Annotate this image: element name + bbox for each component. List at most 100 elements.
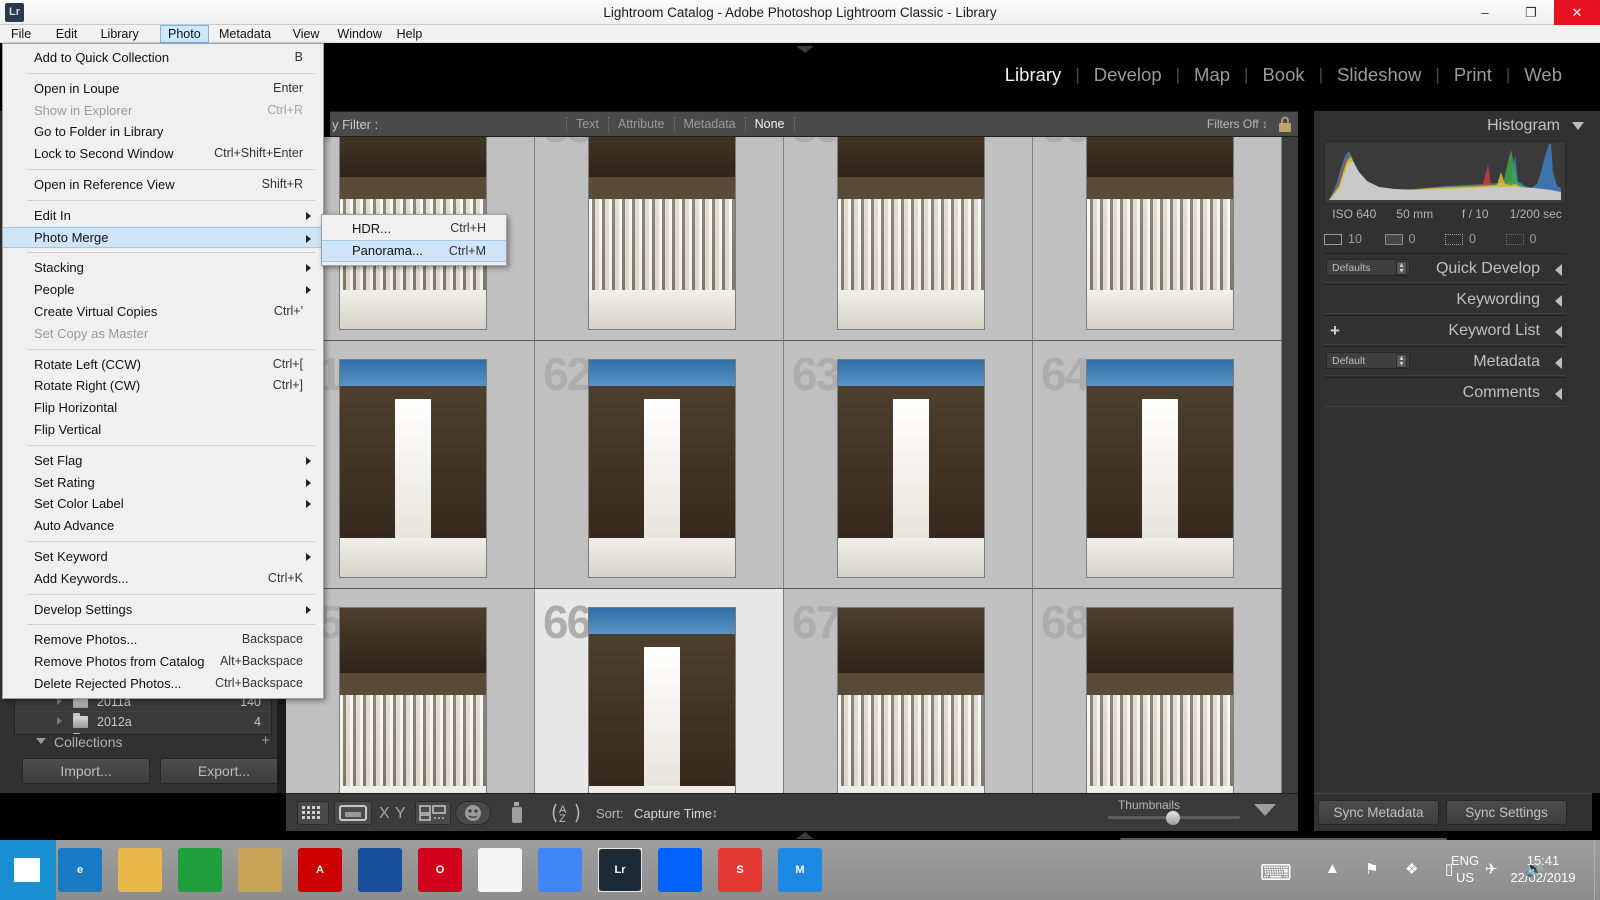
menu-item-rotate-left-ccw[interactable]: Rotate Left (CCW) Ctrl+[ — [3, 354, 323, 376]
menu-item-people[interactable]: People — [3, 279, 323, 301]
toolbar-collapse-icon[interactable] — [1254, 804, 1276, 816]
menu-view[interactable]: View — [286, 25, 327, 43]
menu-metadata[interactable]: Metadata — [212, 25, 278, 43]
slider-knob[interactable] — [1166, 811, 1180, 825]
filter-mode-none[interactable]: None — [746, 117, 795, 131]
filter-mode-attribute[interactable]: Attribute — [609, 117, 675, 131]
panel-section-quick-develop[interactable]: Defaults ▴ ▾ Quick Develop — [1324, 253, 1566, 283]
photo-thumbnail[interactable] — [1086, 137, 1234, 330]
photo-merge-submenu[interactable]: HDR... Ctrl+H Panorama... Ctrl+M — [321, 214, 507, 266]
spray-can-icon[interactable] — [508, 801, 530, 825]
taskbar-internet-explorer-icon[interactable]: e — [58, 848, 102, 892]
airplane-icon[interactable]: ✈ — [1485, 860, 1498, 878]
spinner-icon[interactable]: ▴ ▾ — [1396, 261, 1407, 275]
menu-item-delete-rejected-photos[interactable]: Delete Rejected Photos... Ctrl+Backspace — [3, 673, 323, 695]
taskbar-store-icon[interactable] — [178, 848, 222, 892]
module-book[interactable]: Book — [1248, 64, 1318, 86]
menu-item-set-keyword[interactable]: Set Keyword — [3, 546, 323, 568]
preset-combo[interactable]: Default ▴ ▾ — [1326, 352, 1410, 369]
people-view-icon[interactable] — [455, 801, 491, 825]
photo-thumbnail[interactable] — [588, 607, 736, 793]
submenu-item-panorama[interactable]: Panorama... Ctrl+M — [322, 239, 506, 262]
taskbar-dropbox-icon[interactable] — [658, 848, 702, 892]
chevron-down-icon[interactable] — [1572, 122, 1584, 130]
chevron-left-icon[interactable] — [1555, 295, 1562, 307]
maximize-button[interactable]: ❐ — [1508, 0, 1554, 25]
menu-help[interactable]: Help — [390, 25, 430, 43]
photo-thumbnail[interactable] — [339, 607, 487, 793]
chevron-left-icon[interactable] — [1555, 388, 1562, 400]
photo-thumbnail[interactable] — [339, 359, 487, 578]
menu-item-lock-to-second-window[interactable]: Lock to Second Window Ctrl+Shift+Enter — [3, 143, 323, 165]
keyboard-icon[interactable]: ⌨ — [1260, 860, 1292, 886]
bottom-panel-collapse-arrow[interactable] — [796, 832, 814, 839]
menu-window[interactable]: Window — [330, 25, 388, 43]
photo-thumbnail[interactable] — [1086, 359, 1234, 578]
dropbox-notification-toast[interactable]: Screenshot Added A screenshot was added … — [1120, 838, 1447, 840]
grid-cell[interactable]: 58 — [535, 137, 784, 341]
menu-item-auto-advance[interactable]: Auto Advance — [3, 515, 323, 537]
close-button[interactable]: ✕ — [1554, 0, 1600, 25]
chevron-up-icon[interactable]: ▲ — [1325, 860, 1340, 877]
menu-item-flip-horizontal[interactable]: Flip Horizontal — [3, 397, 323, 419]
module-develop[interactable]: Develop — [1080, 64, 1176, 86]
battery-icon[interactable]: ▯ — [1445, 860, 1453, 878]
panel-section-comments[interactable]: Comments — [1324, 377, 1566, 407]
photo-thumbnail[interactable] — [837, 137, 985, 330]
panel-section-keywording[interactable]: Keywording — [1324, 284, 1566, 314]
minimize-button[interactable]: – — [1462, 0, 1508, 25]
menu-item-remove-photos-from-catalog[interactable]: Remove Photos from Catalog Alt+Backspace — [3, 651, 323, 673]
grid-cell[interactable]: 60 — [1033, 137, 1282, 341]
menu-item-develop-settings[interactable]: Develop Settings — [3, 599, 323, 621]
filter-mode-text[interactable]: Text — [566, 117, 609, 131]
grid-cell[interactable]: 59 — [784, 137, 1033, 341]
loupe-view-icon[interactable] — [334, 801, 372, 825]
photo-menu-dropdown[interactable]: Add to Quick Collection B Open in Loupe Ent… — [2, 43, 324, 699]
folder-row[interactable]: 2012a 4 — [15, 712, 271, 732]
chevron-left-icon[interactable] — [1555, 264, 1562, 276]
taskbar-chrome-icon[interactable] — [538, 848, 582, 892]
dropbox-tray-icon[interactable]: ❖ — [1405, 860, 1418, 878]
grid-cell[interactable]: 64 — [1033, 341, 1282, 589]
grid-cell[interactable]: 62 — [535, 341, 784, 589]
menu-item-go-to-folder-in-library[interactable]: Go to Folder in Library — [3, 121, 323, 143]
grid-cell[interactable]: 68 — [1033, 589, 1282, 793]
survey-view-icon[interactable] — [415, 801, 451, 825]
preset-combo[interactable]: Defaults ▴ ▾ — [1326, 259, 1410, 276]
panel-section-keyword-list[interactable]: + Keyword List — [1324, 315, 1566, 345]
taskbar-adobe-reader-icon[interactable]: A — [298, 848, 342, 892]
menu-item-open-in-reference-view[interactable]: Open in Reference View Shift+R — [3, 174, 323, 196]
grid-view-icon[interactable] — [297, 801, 329, 825]
menu-edit[interactable]: Edit — [49, 25, 85, 43]
top-panel-collapse-arrow[interactable] — [796, 46, 814, 53]
export-button[interactable]: Export... — [160, 758, 288, 784]
menu-item-set-flag[interactable]: Set Flag — [3, 450, 323, 472]
add-collection-icon[interactable]: + — [261, 732, 270, 749]
taskbar-m-app-icon[interactable]: M — [778, 848, 822, 892]
menu-item-create-virtual-copies[interactable]: Create Virtual Copies Ctrl+' — [3, 301, 323, 323]
compare-view-icon[interactable]: XY — [377, 801, 411, 825]
menu-item-edit-in[interactable]: Edit In — [3, 205, 323, 227]
taskbar-s-app-icon[interactable]: S — [718, 848, 762, 892]
taskbar-notepad-icon[interactable] — [478, 848, 522, 892]
lock-icon[interactable] — [1276, 115, 1294, 135]
chevron-right-icon[interactable] — [57, 717, 62, 725]
menu-item-set-rating[interactable]: Set Rating — [3, 472, 323, 494]
chevron-left-icon[interactable] — [1555, 326, 1562, 338]
spinner-icon[interactable]: ▴ ▾ — [1396, 354, 1407, 368]
taskbar-lightroom-icon[interactable]: Lr — [598, 848, 642, 892]
collections-header[interactable]: Collections + — [14, 731, 272, 753]
chevron-down-icon[interactable] — [36, 738, 46, 744]
sort-order-icon[interactable]: AZ — [550, 801, 590, 825]
menu-item-photo-merge[interactable]: Photo Merge — [3, 226, 323, 249]
menu-item-add-to-quick-collection[interactable]: Add to Quick Collection B — [3, 47, 323, 69]
menu-item-flip-vertical[interactable]: Flip Vertical — [3, 419, 323, 441]
module-map[interactable]: Map — [1180, 64, 1244, 86]
menu-item-add-keywords[interactable]: Add Keywords... Ctrl+K — [3, 568, 323, 590]
filter-mode-metadata[interactable]: Metadata — [675, 117, 746, 131]
taskbar-music-icon[interactable] — [238, 848, 282, 892]
photo-thumbnail[interactable] — [1086, 607, 1234, 793]
start-button[interactable] — [0, 840, 56, 900]
sort-direction-icon[interactable]: ↕ — [712, 806, 718, 820]
module-web[interactable]: Web — [1510, 64, 1576, 86]
